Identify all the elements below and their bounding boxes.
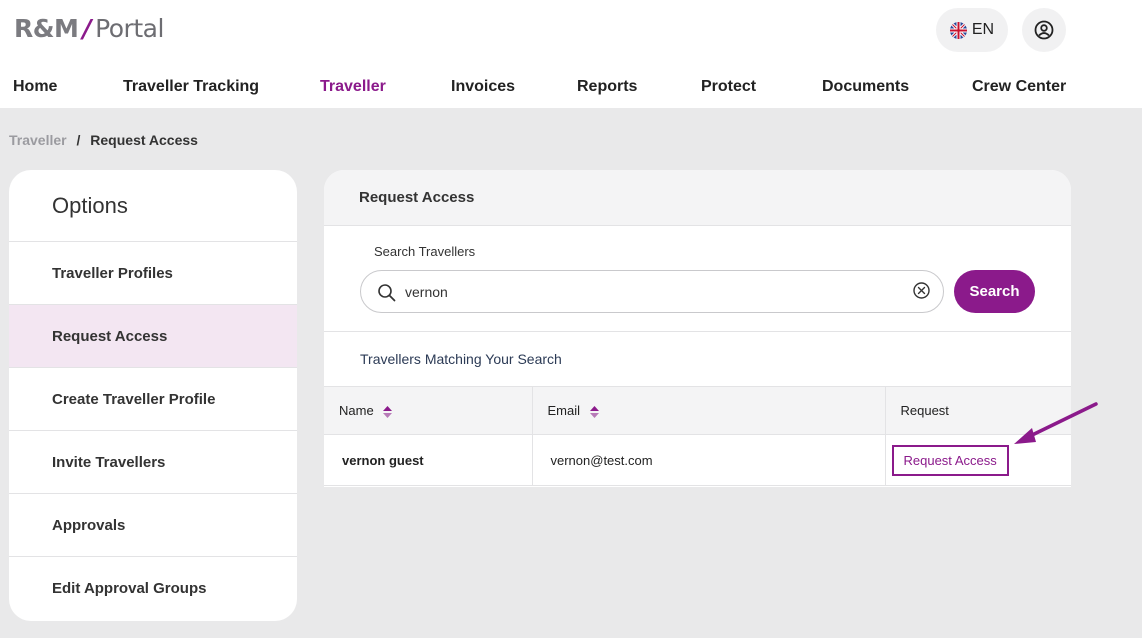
nav-protect[interactable]: Protect	[701, 78, 756, 96]
table-header-row: Name Email Request	[324, 386, 1071, 435]
search-box[interactable]	[360, 270, 944, 313]
breadcrumb: Traveller / Request Access	[9, 132, 198, 148]
table-row: vernon guest vernon@test.com Request Acc…	[324, 434, 1071, 486]
sidebar-item-invite-travellers[interactable]: Invite Travellers	[9, 431, 297, 494]
logo-slash: /	[82, 14, 92, 43]
nav-invoices[interactable]: Invoices	[451, 78, 515, 96]
sidebar-title: Options	[9, 170, 297, 242]
search-label: Search Travellers	[374, 244, 476, 259]
results-table: Name Email Request vernon guest vernon@t…	[324, 386, 1071, 486]
sidebar-item-traveller-profiles[interactable]: Traveller Profiles	[9, 242, 297, 305]
search-input[interactable]	[405, 281, 885, 303]
uk-flag-icon	[949, 21, 967, 39]
column-header-name-label: Name	[339, 403, 374, 418]
nav-reports[interactable]: Reports	[577, 78, 637, 96]
clear-circle-x-icon[interactable]	[912, 281, 931, 300]
sort-icon[interactable]	[383, 405, 393, 418]
user-circle-icon	[1034, 20, 1054, 40]
nav-traveller[interactable]: Traveller	[320, 78, 386, 96]
breadcrumb-parent[interactable]: Traveller	[9, 132, 67, 148]
logo-product: Portal	[95, 14, 164, 43]
language-label: EN	[971, 21, 995, 38]
logo-brand: R&M	[14, 14, 79, 43]
panel-title: Request Access	[324, 170, 1071, 226]
sidebar-item-request-access[interactable]: Request Access	[9, 305, 297, 368]
annotation-arrow	[1014, 402, 1098, 444]
top-header: R&M / Portal EN Home Traveller Tracking	[0, 0, 1142, 108]
column-header-email[interactable]: Email	[531, 386, 885, 435]
breadcrumb-separator: /	[76, 132, 81, 148]
nav-crew-center[interactable]: Crew Center	[972, 78, 1066, 96]
traveller-email: vernon@test.com	[531, 434, 885, 486]
search-icon	[378, 284, 396, 302]
column-header-email-label: Email	[547, 403, 581, 418]
user-menu-button[interactable]	[1022, 8, 1066, 52]
logo[interactable]: R&M / Portal	[14, 14, 164, 43]
traveller-name: vernon guest	[324, 434, 532, 486]
request-access-button[interactable]: Request Access	[891, 444, 1009, 476]
request-access-panel: Request Access Search Travellers Search …	[324, 170, 1071, 487]
sort-icon[interactable]	[589, 405, 599, 418]
sidebar-item-edit-approval-groups[interactable]: Edit Approval Groups	[9, 557, 297, 620]
options-sidebar: Options Traveller Profiles Request Acces…	[9, 170, 297, 621]
sidebar-item-create-traveller-profile[interactable]: Create Traveller Profile	[9, 368, 297, 431]
search-button[interactable]: Search	[954, 270, 1035, 313]
nav-home[interactable]: Home	[13, 78, 57, 96]
language-selector[interactable]: EN	[936, 8, 1008, 52]
sidebar-item-approvals[interactable]: Approvals	[9, 494, 297, 557]
search-area: Search Travellers Search	[324, 226, 1071, 332]
breadcrumb-current: Request Access	[90, 132, 198, 148]
results-title: Travellers Matching Your Search	[360, 351, 562, 367]
column-header-name[interactable]: Name	[324, 386, 532, 435]
nav-traveller-tracking[interactable]: Traveller Tracking	[123, 78, 259, 96]
nav-documents[interactable]: Documents	[822, 78, 909, 96]
